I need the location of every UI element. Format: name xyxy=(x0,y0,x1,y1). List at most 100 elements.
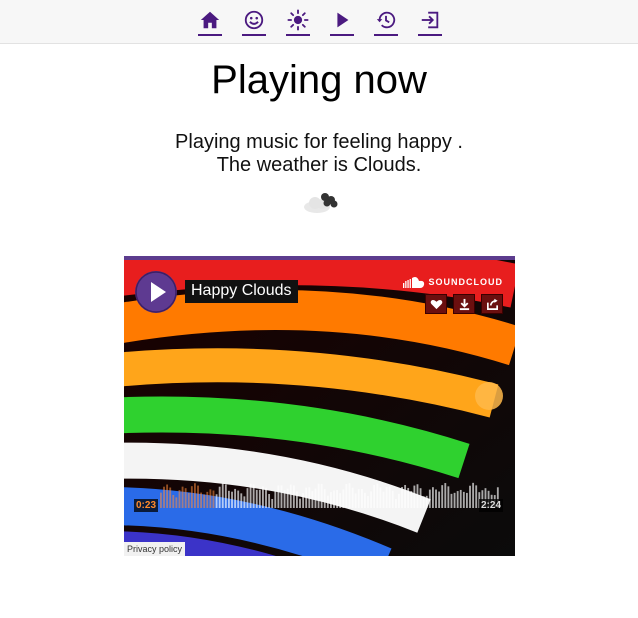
waveform-bar xyxy=(163,486,165,508)
track-title[interactable]: Happy Clouds xyxy=(185,280,298,303)
waveform-bar xyxy=(413,485,416,508)
waveform-bar xyxy=(475,485,478,508)
history-icon xyxy=(376,11,396,29)
waveform-bar xyxy=(289,484,292,508)
waveform-bar xyxy=(249,483,252,508)
player-play-button[interactable] xyxy=(135,271,177,313)
waveform-bar xyxy=(243,496,246,508)
waveform-bar xyxy=(469,485,471,508)
waveform-bar xyxy=(320,483,323,508)
weather-description: The weather is Clouds. xyxy=(216,154,422,176)
waveform-bar xyxy=(354,493,357,508)
waveform-bar xyxy=(462,491,465,508)
waveform-bar xyxy=(342,489,345,508)
waveform-bar xyxy=(367,495,369,508)
soundcloud-icon xyxy=(402,277,424,288)
download-button[interactable] xyxy=(453,294,475,314)
waveform-bar xyxy=(190,486,193,508)
waveform-bar xyxy=(428,489,431,508)
share-icon xyxy=(486,298,498,310)
waveform-bar xyxy=(466,492,468,508)
waveform-bar xyxy=(206,491,209,508)
waveform-bar xyxy=(416,484,419,508)
waveform-bar xyxy=(299,498,301,508)
waveform-bar xyxy=(419,488,422,508)
waveform-bar xyxy=(444,483,447,508)
waveform-bar xyxy=(348,483,351,508)
waveform-bar xyxy=(252,484,255,508)
waveform-bar xyxy=(187,492,190,508)
waveform-bar xyxy=(283,490,286,508)
waveform-bar xyxy=(360,488,363,508)
nav-history-button[interactable] xyxy=(374,8,398,36)
waveform-bar xyxy=(240,493,243,508)
share-button[interactable] xyxy=(481,294,503,314)
like-button[interactable] xyxy=(425,294,447,314)
waveform-bar xyxy=(447,486,450,508)
waveform-bar xyxy=(311,491,314,508)
waveform-bar xyxy=(218,486,221,508)
waveform-bar xyxy=(422,496,425,508)
waveform-bar xyxy=(323,489,326,508)
download-icon xyxy=(459,298,469,310)
waveform-bar xyxy=(472,482,475,508)
waveform-bar xyxy=(401,487,403,508)
waveform-bar xyxy=(172,494,175,508)
waveform-bar xyxy=(224,484,227,508)
privacy-policy-link[interactable]: Privacy policy xyxy=(124,542,186,556)
home-icon xyxy=(200,11,220,29)
waveform-bar xyxy=(200,492,203,508)
nav-weather-button[interactable] xyxy=(286,8,310,36)
waveform-bar xyxy=(438,491,441,508)
mood-description: Playing music for feeling happy . xyxy=(175,131,463,153)
waveform-bar xyxy=(404,484,407,508)
waveform-bar xyxy=(336,489,339,508)
clouds-icon xyxy=(304,193,338,213)
nav-mood-button[interactable] xyxy=(242,8,266,36)
waveform-bar xyxy=(194,483,196,508)
waveform-bar xyxy=(317,483,320,508)
waveform-bar xyxy=(345,483,348,508)
waveform-bar xyxy=(385,487,388,508)
waveform-bar xyxy=(296,491,298,508)
soundcloud-player[interactable]: Happy Clouds SOUNDCLOUD 0:23 2:24 Privac… xyxy=(124,256,515,556)
waveform-bar xyxy=(410,491,413,508)
waveform-bar xyxy=(302,493,305,508)
waveform-bar xyxy=(197,485,199,508)
waveform-bar xyxy=(388,486,391,508)
sun-icon xyxy=(287,9,309,31)
waveform-bar xyxy=(435,489,437,508)
waveform-bar xyxy=(271,498,274,508)
waveform-bar xyxy=(277,485,280,508)
waveform-bar xyxy=(459,489,462,508)
waveform-bar xyxy=(175,497,178,508)
play-icon xyxy=(337,12,349,28)
waveform-bar xyxy=(203,494,206,508)
nav-home-button[interactable] xyxy=(198,8,222,36)
waveform-bar xyxy=(181,486,184,508)
play-icon xyxy=(135,271,177,313)
waveform-bar xyxy=(265,487,267,508)
waveform-bar xyxy=(255,489,258,508)
waveform-bar xyxy=(169,487,172,508)
waveform-bar xyxy=(379,487,382,508)
waveform-bar xyxy=(215,494,218,508)
waveform-bar xyxy=(314,488,317,508)
page-title: Playing now xyxy=(211,58,427,102)
nav-play-button[interactable] xyxy=(330,8,354,36)
player-actions xyxy=(425,294,503,314)
waveform-bar xyxy=(333,490,335,508)
waveform[interactable] xyxy=(160,478,500,522)
waveform-bar xyxy=(212,490,215,508)
waveform-bar xyxy=(391,490,394,508)
waveform-bar xyxy=(166,484,169,508)
soundcloud-logo[interactable]: SOUNDCLOUD xyxy=(402,276,504,288)
waveform-bar xyxy=(262,486,264,508)
waveform-bar xyxy=(330,492,332,508)
waveform-bar xyxy=(228,490,230,508)
waveform-bar xyxy=(456,491,459,508)
waveform-bar xyxy=(357,489,360,508)
nav-logout-button[interactable] xyxy=(418,8,442,36)
waveform-bar xyxy=(326,495,329,508)
waveform-bar xyxy=(286,488,289,508)
